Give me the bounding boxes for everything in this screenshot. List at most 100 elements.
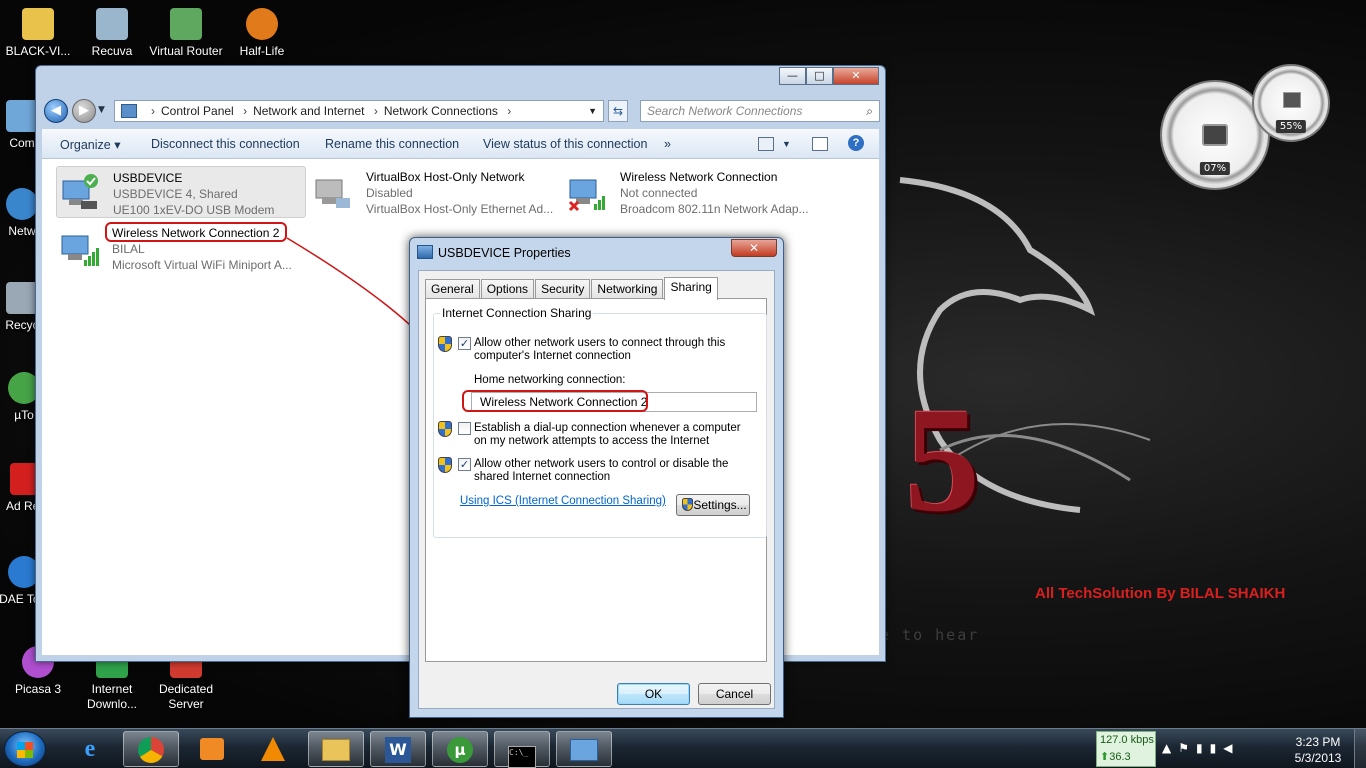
refresh-icon[interactable]: ⇆ [608,100,628,122]
connection-usbdevice[interactable]: USBDEVICE USBDEVICE 4, Shared UE100 1xEV… [56,166,306,218]
start-button[interactable] [4,731,46,767]
connection-status: Not connected [620,186,698,200]
uac-shield-icon [682,498,693,511]
address-dropdown-icon[interactable]: ▼ [588,101,597,121]
sharing-tab-page: Internet Connection Sharing ✓ Allow othe… [425,298,767,662]
network-status-icon[interactable]: ▮ [1210,741,1224,755]
network-adapter-disabled-icon [315,179,350,208]
search-icon[interactable]: ⌕ [866,101,873,121]
view-dropdown-icon[interactable]: ▼ [782,139,791,149]
utorrent-taskbar-icon[interactable]: µ [432,731,488,767]
tab-networking[interactable]: Networking [591,279,664,299]
dialup-checkbox[interactable] [458,422,471,435]
allow-connect-label: Allow other network users to connect thr… [474,337,726,362]
help-icon[interactable]: ? [848,135,864,151]
connection-adapter: UE100 1xEV-DO USB Modem [113,203,275,217]
ok-button[interactable]: OK [617,683,690,705]
network-globe-icon [6,188,38,220]
half-life-icon [246,8,278,40]
folder-icon [22,8,54,40]
ics-groupbox: Internet Connection Sharing ✓ Allow othe… [433,306,767,538]
dialog-close-button[interactable]: ✕ [731,239,777,257]
ics-help-link[interactable]: Using ICS (Internet Connection Sharing) [460,495,666,507]
minimize-button[interactable]: — [779,67,806,85]
back-arrow-icon[interactable]: ◀ [44,99,68,123]
desktop-icon-label: BLACK-VI... [5,44,71,58]
command-prompt-icon[interactable]: C:\_ [494,731,550,768]
cancel-button[interactable]: Cancel [698,683,771,705]
upload-arrow-icon: ⬆ [1100,751,1110,763]
connection-status: BILAL [112,242,145,256]
network-speed-meter[interactable]: 127.0 kbps ⬆36.3 kbps [1096,731,1156,767]
desktop-icon-label: Com [9,136,35,150]
more-commands-button[interactable]: » [664,137,671,151]
settings-button-label: Settings... [693,498,747,512]
windows-explorer-icon[interactable] [308,731,364,767]
preview-pane-icon[interactable] [812,137,828,151]
connection-status: Disabled [366,186,413,200]
breadcrumb-network-and-internet[interactable]: Network and Internet [253,104,364,118]
usbdevice-properties-dialog[interactable]: USBDEVICE Properties ✕ General Options S… [409,237,784,718]
recuva-icon [96,8,128,40]
backtrack-five-logo: 5 [905,377,980,543]
window-close-button[interactable]: ✕ [833,67,879,85]
command-bar: Organize ▾ Disconnect this connection Re… [42,129,879,159]
word-icon[interactable]: W [370,731,426,767]
connection-wireless-network[interactable]: Wireless Network Connection Not connecte… [564,166,814,218]
uac-shield-icon [438,421,452,437]
cpu-chip-icon [1202,124,1228,146]
change-view-icon[interactable] [758,137,774,151]
recent-pages-chevron-icon[interactable]: ▼ [98,105,105,115]
organize-menu[interactable]: Organize ▾ [60,137,120,152]
desktop-icon-label: Dedicated Server [158,682,214,711]
rename-button[interactable]: Rename this connection [325,137,459,151]
connection-virtualbox-host-only[interactable]: VirtualBox Host-Only Network Disabled Vi… [310,166,560,218]
desktop-icon-label: Picasa 3 [14,682,62,696]
volume-icon[interactable]: ◀ [1223,741,1239,755]
dialog-body: General Options Security Networking Shar… [418,270,775,709]
search-placeholder: Search Network Connections [647,104,803,118]
desktop-icon-label: Netw [8,224,36,238]
network-connections-taskbar-icon[interactable] [556,731,612,767]
breadcrumb-network-connections[interactable]: Network Connections [384,104,498,118]
show-desktop-button[interactable] [1354,729,1366,768]
desktop-icon-half-life[interactable]: Half-Life [224,8,300,59]
disconnect-button[interactable]: Disconnect this connection [151,137,300,151]
desktop-icon-label: Recuva [91,44,133,58]
desktop-icon-label: µTo [14,408,34,422]
desktop-icon-recuva[interactable]: Recuva [74,8,150,59]
breadcrumb-control-panel[interactable]: Control Panel [161,104,234,118]
allow-control-checkbox[interactable]: ✓ [458,458,471,471]
desktop-icon-label: Internet Downlo... [86,682,138,711]
show-hidden-icons-icon[interactable]: ▲ [1162,741,1178,755]
memory-meter-gadget[interactable]: 55% [1252,64,1330,142]
usb-device-icon[interactable]: ▮ [1196,741,1210,755]
connection-name: Wireless Network Connection [620,170,778,184]
allow-control-label: Allow other network users to control or … [474,458,729,483]
chrome-icon[interactable] [123,731,179,767]
settings-button[interactable]: Settings... [676,494,750,516]
system-tray: ▲⚑▮▮◀ [1162,741,1239,755]
action-center-flag-icon[interactable]: ⚑ [1178,741,1196,755]
tab-options[interactable]: Options [480,279,535,299]
internet-explorer-icon[interactable]: e [62,731,118,767]
media-player-icon[interactable] [184,731,240,767]
vlc-icon[interactable] [245,731,301,767]
forward-arrow-icon[interactable]: ▶ [72,99,96,123]
tab-security[interactable]: Security [535,279,591,299]
clock[interactable]: 3:23 PM 5/3/2013 [1288,734,1348,766]
maximize-button[interactable]: □ [806,67,833,85]
tab-general[interactable]: General [425,279,480,299]
search-input[interactable]: Search Network Connections ⌕ [640,100,880,122]
virtual-router-icon [170,8,202,40]
desktop-icon-label: Recyc [5,318,39,332]
allow-connect-checkbox[interactable]: ✓ [458,337,471,350]
view-status-button[interactable]: View status of this connection [483,137,647,151]
annotation-highlight-connection [105,222,287,242]
brand-text: All TechSolution By BILAL SHAIKH [1035,585,1286,602]
desktop-icon-virtual-router[interactable]: Virtual Router [148,8,224,66]
tab-sharing[interactable]: Sharing [664,277,718,300]
desktop-icon-black-vi[interactable]: BLACK-VI... [0,8,76,59]
address-bar[interactable]: › Control Panel › Network and Internet › Ne… [114,100,604,122]
connection-name: VirtualBox Host-Only Network [366,170,525,184]
